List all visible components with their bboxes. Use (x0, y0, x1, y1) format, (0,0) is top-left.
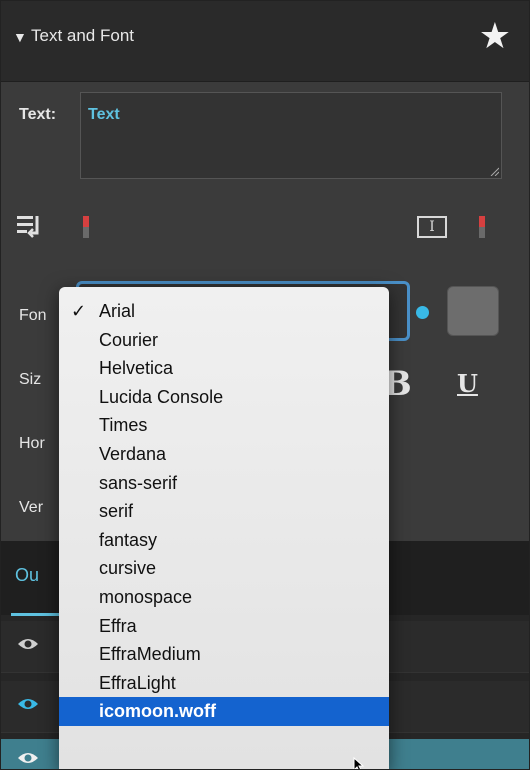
text-input[interactable]: Text (80, 92, 502, 179)
font-option-label: monospace (99, 586, 193, 607)
font-option-label: EffraMedium (99, 644, 201, 665)
font-option-label: Arial (99, 301, 136, 321)
text-box-icon[interactable]: I (417, 216, 447, 238)
horizontal-label: Hor (19, 435, 45, 452)
font-option-effra[interactable]: Effra (59, 612, 389, 641)
font-option-serif[interactable]: serif (59, 497, 389, 526)
underline-button[interactable]: U (457, 369, 478, 398)
tab-outline[interactable]: Ou (15, 565, 39, 586)
font-option-effra-light[interactable]: EffraLight (59, 669, 389, 698)
font-option-times[interactable]: Times (59, 411, 389, 440)
font-option-cursive[interactable]: cursive (59, 554, 389, 583)
font-option-label: serif (99, 501, 134, 522)
font-option-label: cursive (99, 558, 157, 579)
panel-header[interactable]: ▼ Text and Font ★ (1, 1, 529, 82)
text-input-value: Text (88, 106, 120, 123)
mouse-cursor-icon (353, 757, 365, 769)
font-dropdown-menu[interactable]: ✓ Arial Courier Helvetica Lucida Console… (59, 287, 389, 769)
font-option-sans-serif[interactable]: sans-serif (59, 469, 389, 498)
font-option-label: Helvetica (99, 358, 174, 379)
font-option-monospace[interactable]: monospace (59, 583, 389, 612)
text-wrap-icon[interactable] (16, 213, 42, 239)
font-option-effra-medium[interactable]: EffraMedium (59, 640, 389, 669)
font-option-label: EffraLight (99, 672, 176, 693)
font-option-lucida-console[interactable]: Lucida Console (59, 383, 389, 412)
text-font-panel: ▼ Text and Font ★ Text: Text I Fon Siz B… (0, 0, 530, 770)
eye-icon[interactable] (17, 697, 39, 711)
textbox-marker[interactable] (479, 216, 485, 238)
font-option-fantasy[interactable]: fantasy (59, 526, 389, 555)
font-option-label: Lucida Console (99, 386, 224, 407)
font-option-helvetica[interactable]: Helvetica (59, 354, 389, 383)
triangle-down-icon[interactable]: ▼ (13, 29, 27, 45)
text-label: Text: (19, 106, 57, 123)
eye-icon[interactable] (17, 637, 39, 651)
font-option-label: Effra (99, 615, 137, 636)
font-option-label: Times (99, 415, 148, 436)
font-option-label: Courier (99, 329, 159, 350)
size-label: Siz (19, 371, 42, 388)
font-options-list: ✓ Arial Courier Helvetica Lucida Console… (59, 287, 389, 726)
resize-grip-icon[interactable] (489, 166, 499, 176)
link-dot-icon[interactable] (416, 306, 429, 319)
font-label: Fon (19, 307, 47, 324)
star-icon[interactable]: ★ (479, 18, 511, 54)
font-option-verdana[interactable]: Verdana (59, 440, 389, 469)
eye-icon[interactable] (17, 751, 39, 765)
font-color-swatch[interactable] (447, 286, 499, 336)
font-option-label: fantasy (99, 529, 158, 550)
vertical-label: Ver (19, 499, 44, 516)
wrap-marker[interactable] (83, 216, 89, 238)
font-option-courier[interactable]: Courier (59, 326, 389, 355)
panel-title: Text and Font (31, 26, 135, 45)
font-option-icomoon[interactable]: icomoon.woff (59, 697, 389, 726)
font-option-label: icomoon.woff (99, 701, 216, 722)
font-option-label: Verdana (99, 443, 167, 464)
checkmark-icon: ✓ (71, 301, 87, 321)
font-option-label: sans-serif (99, 472, 178, 493)
font-option-arial[interactable]: ✓ Arial (59, 297, 389, 326)
